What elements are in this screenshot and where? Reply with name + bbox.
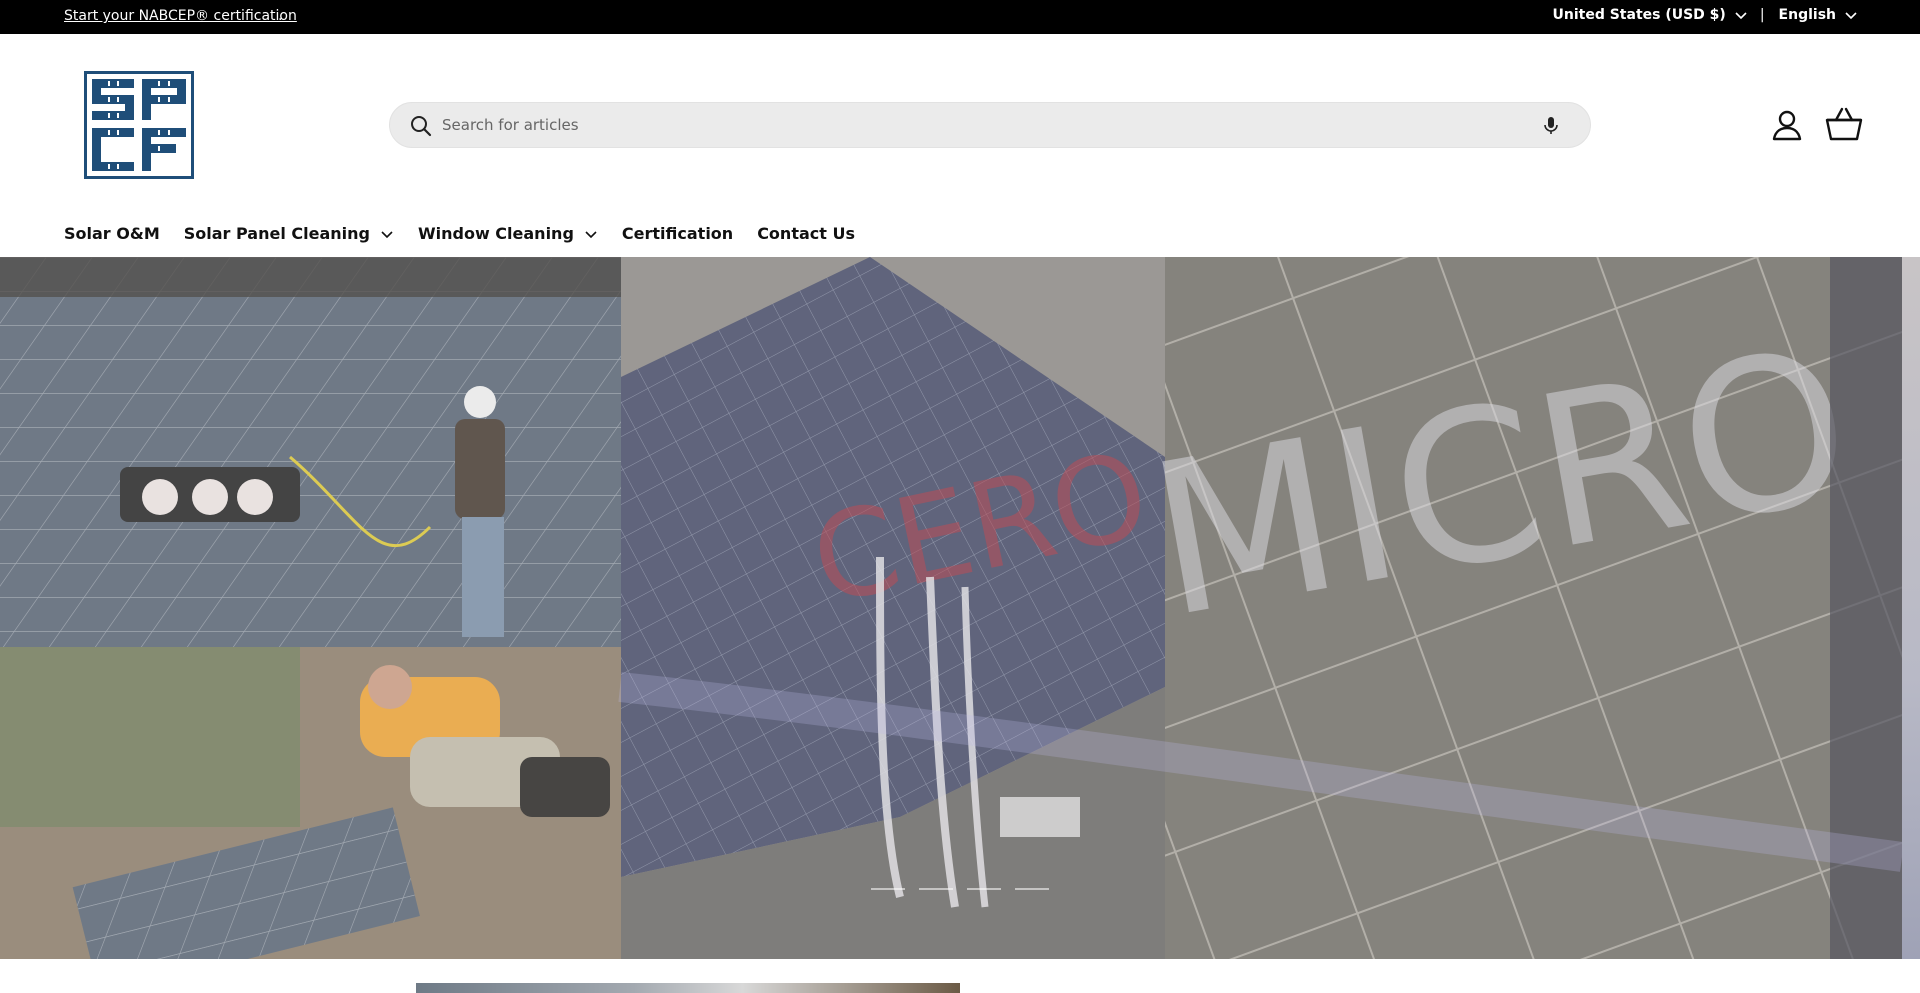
chevron-down-icon <box>585 230 597 238</box>
search-bar <box>389 102 1591 148</box>
basket-icon[interactable] <box>1825 106 1863 142</box>
site-logo[interactable] <box>84 71 194 179</box>
chevron-down-icon <box>381 230 393 238</box>
nav-item-label: Certification <box>621 224 734 243</box>
slide-indicator[interactable] <box>967 888 1001 890</box>
hero-overlay <box>0 257 1902 959</box>
country-selector-label: United States (USD $) <box>1552 7 1726 23</box>
nav-item-label: Window Cleaning <box>417 224 574 243</box>
hero-slideshow[interactable]: CERO MICRO <box>0 257 1902 959</box>
slide-indicator[interactable] <box>919 888 953 890</box>
microphone-icon[interactable] <box>1540 114 1562 136</box>
nabcep-certification-link[interactable]: Start your NABCEP® certification <box>64 8 297 24</box>
account-icon[interactable] <box>1770 108 1804 142</box>
nav-item-certification[interactable]: Certification <box>622 224 733 243</box>
announcement-bar: Start your NABCEP® certification . Unite… <box>0 0 1920 34</box>
nav-item-label: Solar Panel Cleaning <box>183 224 370 243</box>
slide-indicator[interactable] <box>1015 888 1049 890</box>
locale-selectors: United States (USD $) | English <box>1553 7 1859 23</box>
nav-item-label: Contact Us <box>757 224 855 243</box>
nav-item-solar-panel-cleaning[interactable]: Solar Panel Cleaning <box>184 224 394 243</box>
main-navigation: Solar O&M Solar Panel Cleaning Window Cl… <box>64 224 855 243</box>
next-section-image <box>416 983 960 993</box>
nav-item-window-cleaning[interactable]: Window Cleaning <box>418 224 598 243</box>
hero-next-slide-peek <box>1902 257 1920 959</box>
slideshow-pagination <box>871 888 1049 890</box>
chevron-down-icon <box>1735 12 1747 20</box>
country-selector[interactable]: United States (USD $) <box>1553 7 1748 23</box>
nav-item-solar-om[interactable]: Solar O&M <box>64 224 160 243</box>
search-input[interactable] <box>442 103 1442 147</box>
search-icon[interactable] <box>410 115 432 137</box>
language-selector[interactable]: English <box>1779 7 1858 23</box>
locale-separator: | <box>1759 7 1765 23</box>
language-selector-label: English <box>1778 7 1836 23</box>
promo-suffix: . <box>278 8 283 24</box>
slide-indicator[interactable] <box>871 888 905 890</box>
chevron-down-icon <box>1845 12 1857 20</box>
nav-item-label: Solar O&M <box>64 224 160 243</box>
nav-item-contact-us[interactable]: Contact Us <box>757 224 855 243</box>
